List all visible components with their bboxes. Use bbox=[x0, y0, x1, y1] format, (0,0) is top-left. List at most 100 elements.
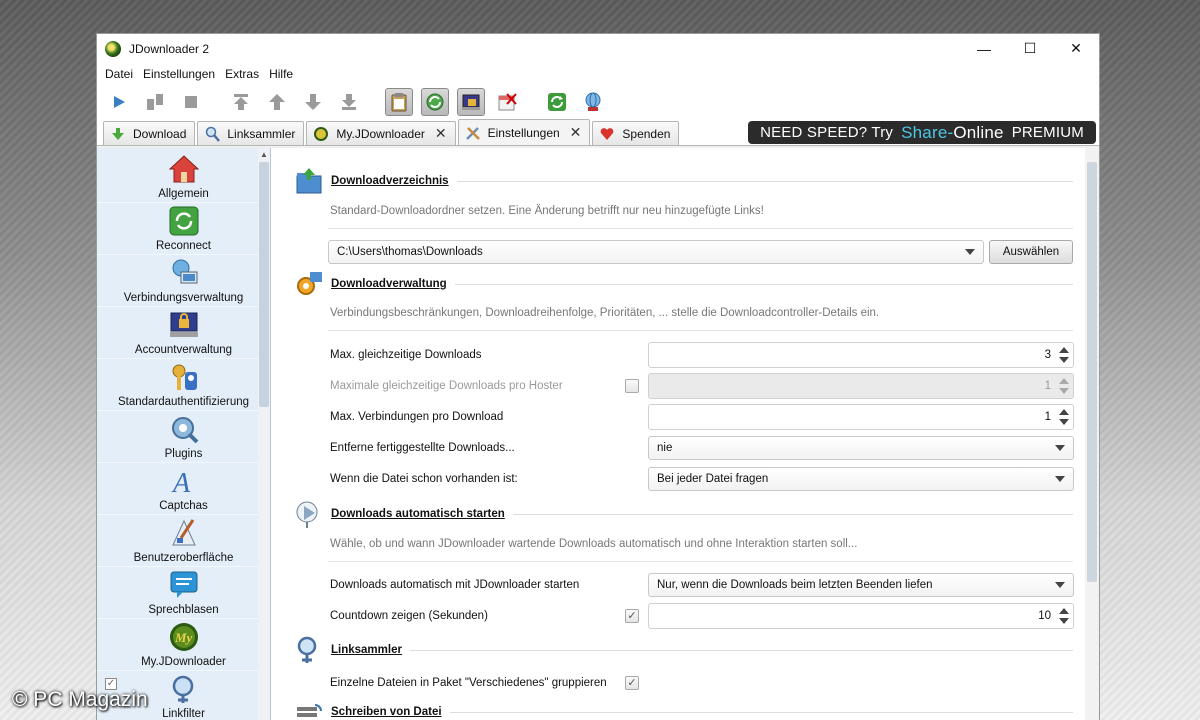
autostart-play-icon bbox=[293, 499, 325, 529]
menu-hilfe[interactable]: Hilfe bbox=[264, 67, 298, 81]
tab-myjdownloader-close-icon[interactable]: ✕ bbox=[435, 125, 447, 142]
countdown-checkbox[interactable]: ✓ bbox=[625, 609, 639, 623]
sidebar-item-accountverwaltung[interactable]: Accountverwaltung bbox=[97, 307, 270, 359]
sidebar-item-captchas[interactable]: A Captchas bbox=[97, 463, 270, 515]
clipboard-monitor-toggle[interactable] bbox=[385, 88, 413, 116]
remove-finished-combobox[interactable]: nie bbox=[648, 436, 1074, 460]
settings-main: Allgemein Reconnect Verbindungsverwaltun… bbox=[97, 148, 1099, 720]
countdown-label: Countdown zeigen (Sekunden) bbox=[330, 610, 488, 622]
sidebar-item-plugins[interactable]: Plugins bbox=[97, 411, 270, 463]
plugin-gear-icon bbox=[168, 413, 200, 445]
autostart-label: Downloads automatisch mit JDownloader st… bbox=[330, 579, 580, 591]
pause-downloads-button[interactable] bbox=[141, 88, 169, 116]
file-exists-combobox[interactable]: Bei jeder Datei fragen bbox=[648, 467, 1074, 491]
magnifier-icon bbox=[204, 126, 221, 142]
section-title-linksammler: Linksammler bbox=[331, 644, 402, 656]
tab-download-label: Download bbox=[133, 126, 187, 141]
content-scrollbar[interactable] bbox=[1085, 148, 1099, 720]
close-window-button[interactable]: ✕ bbox=[1053, 34, 1099, 63]
network-icon bbox=[168, 257, 200, 289]
banner-prefix: NEED SPEED? Try bbox=[760, 124, 894, 141]
autostart-combobox[interactable]: Nur, wenn die Downloads beim letzten Bee… bbox=[648, 573, 1074, 597]
window-controls: — ☐ ✕ bbox=[961, 34, 1099, 63]
sidebar-label-allgemein: Allgemein bbox=[158, 188, 209, 200]
tab-download[interactable]: Download bbox=[103, 121, 196, 145]
spinner-arrows-icon[interactable] bbox=[1059, 378, 1069, 394]
stop-downloads-button[interactable] bbox=[177, 88, 205, 116]
folder-download-icon bbox=[293, 166, 325, 196]
auto-reconnect-toggle[interactable] bbox=[421, 88, 449, 116]
sidebar-item-myjdownloader[interactable]: My My.JDownloader bbox=[97, 619, 270, 671]
download-arrow-icon bbox=[110, 126, 126, 142]
svg-text:My: My bbox=[174, 630, 193, 645]
account-lock-icon bbox=[168, 309, 200, 341]
description-downloadverzeichnis: Standard-Downloadordner setzen. Eine Änd… bbox=[330, 205, 764, 217]
update-button[interactable] bbox=[543, 88, 571, 116]
max-per-hoster-checkbox[interactable] bbox=[625, 379, 639, 393]
autostart-value: Nur, wenn die Downloads beim letzten Bee… bbox=[657, 579, 933, 591]
sidebar-item-benutzeroberflaeche[interactable]: Benutzeroberfläche bbox=[97, 515, 270, 567]
move-bottom-button[interactable] bbox=[335, 88, 363, 116]
max-downloads-spinner[interactable]: 3 bbox=[648, 342, 1074, 368]
tab-einstellungen[interactable]: Einstellungen ✕ bbox=[457, 119, 591, 145]
tab-myjdownloader[interactable]: My.JDownloader ✕ bbox=[306, 121, 456, 145]
countdown-spinner[interactable]: 10 bbox=[648, 603, 1074, 629]
remove-finished-value: nie bbox=[657, 442, 673, 454]
max-connections-value: 1 bbox=[1044, 411, 1051, 423]
section-title-downloadverwaltung: Downloadverwaltung bbox=[331, 278, 447, 290]
reconnect-now-button[interactable] bbox=[579, 88, 607, 116]
menu-einstellungen[interactable]: Einstellungen bbox=[138, 67, 220, 81]
description-autostart: Wähle, ob und wann JDownloader wartende … bbox=[330, 538, 858, 550]
maximize-button[interactable]: ☐ bbox=[1007, 34, 1053, 63]
max-per-hoster-spinner[interactable]: 1 bbox=[648, 373, 1074, 399]
pc-magazin-watermark: © PC Magazin bbox=[12, 688, 148, 711]
write-file-icon bbox=[293, 697, 325, 720]
sidebar-item-allgemein[interactable]: Allgemein bbox=[97, 148, 270, 203]
reconnect-icon bbox=[168, 205, 200, 237]
spinner-arrows-icon[interactable] bbox=[1059, 608, 1069, 624]
group-files-checkbox[interactable]: ✓ bbox=[625, 676, 639, 690]
move-top-icon bbox=[234, 94, 248, 110]
tab-spenden-label: Spenden bbox=[622, 126, 671, 141]
silent-mode-button[interactable] bbox=[493, 88, 521, 116]
choose-folder-button[interactable]: Auswählen bbox=[989, 240, 1073, 264]
tab-linksammler[interactable]: Linksammler bbox=[197, 121, 305, 145]
premium-toggle[interactable] bbox=[457, 88, 485, 116]
tools-icon bbox=[465, 125, 481, 141]
pause-icon bbox=[147, 94, 163, 110]
sidebar-item-reconnect[interactable]: Reconnect bbox=[97, 203, 270, 255]
sidebar-label-captchas: Captchas bbox=[159, 500, 208, 512]
sidebar-scroll-up-icon[interactable]: ▲ bbox=[259, 150, 269, 160]
start-downloads-button[interactable] bbox=[105, 88, 133, 116]
settings-content: Downloadverzeichnis Standard-Downloadord… bbox=[271, 148, 1099, 720]
sidebar-scrollbar[interactable]: ▲ bbox=[258, 148, 270, 720]
tab-bar: Download Linksammler My.JDownloader ✕ Ei… bbox=[97, 119, 1099, 146]
sidebar-scroll-thumb[interactable] bbox=[259, 162, 269, 407]
max-connections-spinner[interactable]: 1 bbox=[648, 404, 1074, 430]
update-icon bbox=[548, 93, 566, 111]
sidebar-item-verbindungsverwaltung[interactable]: Verbindungsverwaltung bbox=[97, 255, 270, 307]
sidebar-item-sprechblasen[interactable]: Sprechblasen bbox=[97, 567, 270, 619]
spinner-arrows-icon[interactable] bbox=[1059, 347, 1069, 363]
spinner-arrows-icon[interactable] bbox=[1059, 409, 1069, 425]
share-online-banner[interactable]: NEED SPEED? Try Share- Online PREMIUM bbox=[748, 121, 1096, 144]
max-per-hoster-label: Maximale gleichzeitige Downloads pro Hos… bbox=[330, 380, 563, 392]
tab-einstellungen-close-icon[interactable]: ✕ bbox=[570, 124, 582, 141]
menu-extras[interactable]: Extras bbox=[220, 67, 264, 81]
download-folder-combobox[interactable]: C:\Users\thomas\Downloads bbox=[328, 240, 984, 264]
sidebar-item-standardauthentifizierung[interactable]: Standardauthentifizierung bbox=[97, 359, 270, 411]
svg-text:A: A bbox=[171, 468, 191, 496]
tab-einstellungen-label: Einstellungen bbox=[487, 125, 560, 140]
stop-icon bbox=[185, 96, 197, 108]
content-scroll-thumb[interactable] bbox=[1087, 162, 1097, 582]
section-title-downloadverzeichnis: Downloadverzeichnis bbox=[331, 175, 449, 187]
minimize-button[interactable]: — bbox=[961, 34, 1007, 63]
file-exists-label: Wenn die Datei schon vorhanden ist: bbox=[330, 473, 518, 485]
move-down-button[interactable] bbox=[299, 88, 327, 116]
menu-datei[interactable]: Datei bbox=[100, 67, 138, 81]
max-downloads-label: Max. gleichzeitige Downloads bbox=[330, 349, 482, 361]
banner-brand-online: Online bbox=[953, 122, 1004, 142]
move-top-button[interactable] bbox=[227, 88, 255, 116]
move-up-button[interactable] bbox=[263, 88, 291, 116]
tab-spenden[interactable]: Spenden bbox=[592, 121, 680, 145]
